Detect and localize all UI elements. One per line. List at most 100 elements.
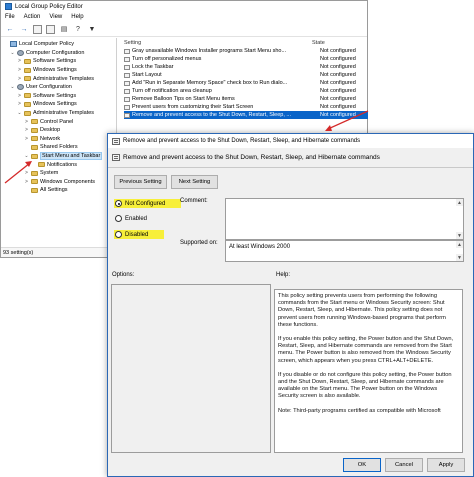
dialog-title: Remove and prevent access to the Shut Do…: [123, 138, 361, 144]
scroll-down-icon[interactable]: ▼: [456, 232, 463, 239]
back-arrow-icon[interactable]: ←: [5, 24, 15, 34]
radio-enabled[interactable]: Enabled: [114, 215, 147, 222]
tree-node-label: All Settings: [40, 187, 68, 194]
forward-arrow-icon[interactable]: →: [19, 24, 29, 34]
menu-view[interactable]: View: [49, 14, 62, 20]
tree-node[interactable]: ⌄ User Configuration: [3, 83, 116, 92]
tree-node[interactable]: ⌄ Computer Configuration: [3, 49, 116, 58]
settings-list-rows: Gray unavailable Windows Installer progr…: [124, 47, 368, 119]
tree-node[interactable]: > Windows Settings: [3, 100, 116, 109]
tree-node[interactable]: > Administrative Templates: [3, 74, 116, 83]
tree-node[interactable]: > System: [3, 169, 116, 178]
tree-node[interactable]: > Software Settings: [3, 57, 116, 66]
help-label: Help:: [276, 272, 291, 278]
policy-setting-icon: [124, 96, 130, 102]
folder-icon: [24, 58, 31, 64]
menu-file[interactable]: File: [5, 14, 15, 20]
policy-setting-icon: [124, 104, 130, 110]
table-row[interactable]: Prevent users from customizing their Sta…: [124, 103, 368, 111]
apply-button[interactable]: Apply: [427, 458, 465, 472]
comment-textarea[interactable]: ▲ ▼: [225, 198, 464, 240]
tree-node[interactable]: ⌄ Administrative Templates: [3, 109, 116, 118]
scroll-up-icon[interactable]: ▲: [456, 199, 463, 206]
scroll-down-icon[interactable]: ▼: [456, 254, 463, 261]
expand-chevron-icon[interactable]: >: [24, 127, 29, 133]
folder-icon: [24, 101, 31, 107]
tree-node[interactable]: > Windows Settings: [3, 66, 116, 75]
state-column-header[interactable]: State: [312, 40, 325, 46]
filter-icon[interactable]: ▼: [87, 24, 97, 34]
expand-chevron-icon[interactable]: >: [24, 119, 29, 125]
table-row[interactable]: Remove Balloon Tips on Start Menu items N…: [124, 95, 368, 103]
supported-on-label: Supported on:: [180, 240, 218, 246]
expand-chevron-icon[interactable]: >: [17, 101, 22, 107]
collapse-chevron-icon[interactable]: ⌄: [10, 84, 15, 90]
folder-icon: [31, 187, 38, 193]
expand-chevron-icon[interactable]: >: [17, 67, 22, 73]
setting-name: Gray unavailable Windows Installer progr…: [132, 48, 287, 54]
ok-button[interactable]: OK: [343, 458, 381, 472]
radio-not-configured[interactable]: Not Configured: [114, 199, 182, 208]
scroll-up-icon[interactable]: ▲: [456, 241, 463, 248]
tree-node[interactable]: > Desktop: [3, 126, 116, 135]
tree-node[interactable]: Notifications: [3, 160, 116, 169]
options-panel: [111, 284, 271, 453]
expand-chevron-icon[interactable]: >: [24, 179, 29, 185]
table-row[interactable]: Turn off personalized menus Not configure…: [124, 55, 368, 63]
table-row[interactable]: Add "Run in Separate Memory Space" check…: [124, 79, 368, 87]
tree-node[interactable]: All Settings: [3, 186, 116, 195]
table-row[interactable]: Turn off notification area cleanup Not co…: [124, 87, 368, 95]
tree-node[interactable]: Shared Folders: [3, 143, 116, 152]
collapse-chevron-icon[interactable]: ⌄: [10, 50, 15, 56]
tree-node[interactable]: > Software Settings: [3, 92, 116, 101]
tree-node[interactable]: Local Computer Policy: [3, 40, 116, 49]
setting-state: Not configured: [320, 112, 356, 118]
menu-help[interactable]: Help: [71, 14, 83, 20]
expand-chevron-icon[interactable]: >: [24, 170, 29, 176]
expand-chevron-icon[interactable]: >: [17, 76, 22, 82]
cancel-button[interactable]: Cancel: [385, 458, 423, 472]
tree-node[interactable]: > Windows Components: [3, 178, 116, 187]
comment-label: Comment:: [180, 198, 208, 204]
properties-icon[interactable]: [46, 24, 55, 34]
folder-icon: [31, 153, 38, 159]
menu-action[interactable]: Action: [24, 14, 41, 20]
collapse-chevron-icon[interactable]: ⌄: [24, 153, 29, 159]
tree-node[interactable]: ⌄ Start Menu and Taskbar: [3, 152, 116, 161]
table-row[interactable]: Gray unavailable Windows Installer progr…: [124, 47, 368, 55]
folder-icon: [31, 127, 38, 133]
divider: [108, 167, 473, 168]
tree-node-label: Administrative Templates: [33, 110, 95, 117]
setting-name: Remove and prevent access to the Shut Do…: [132, 112, 291, 118]
next-setting-button[interactable]: Next Setting: [171, 175, 218, 189]
radio-label: Enabled: [125, 215, 148, 222]
radio-button-icon[interactable]: [115, 231, 122, 238]
expand-chevron-icon[interactable]: >: [17, 93, 22, 99]
help-paragraph: If you disable or do not configure this …: [278, 371, 452, 400]
radio-disabled[interactable]: Disabled: [114, 230, 165, 239]
previous-setting-button[interactable]: Previous Setting: [114, 175, 167, 189]
tree-node[interactable]: > Control Panel: [3, 117, 116, 126]
gpedit-app-icon: [5, 3, 12, 10]
setting-state: Not configured: [320, 88, 356, 94]
dialog-subtitle: Remove and prevent access to the Shut Do…: [112, 154, 380, 161]
setting-state: Not configured: [320, 104, 356, 110]
show-hide-tree-icon[interactable]: [33, 24, 42, 34]
table-row[interactable]: Start Layout Not configured: [124, 71, 368, 79]
settings-list: Setting State Gray unavailable Windows I…: [124, 39, 368, 139]
tree-node-label: Start Menu and Taskbar: [40, 152, 103, 161]
table-row[interactable]: Lock the Taskbar Not configured: [124, 63, 368, 71]
radio-button-icon[interactable]: [115, 215, 122, 222]
collapse-chevron-icon[interactable]: ⌄: [17, 110, 22, 116]
setting-state: Not configured: [320, 64, 356, 70]
expand-chevron-icon[interactable]: >: [17, 58, 22, 64]
help-icon[interactable]: ?: [73, 24, 83, 34]
export-list-icon[interactable]: ▤: [59, 24, 69, 34]
expand-chevron-icon[interactable]: >: [24, 136, 29, 142]
policy-setting-icon: [124, 64, 130, 70]
tree-node[interactable]: > Network: [3, 135, 116, 144]
setting-column-header[interactable]: Setting: [124, 40, 312, 46]
table-row[interactable]: Remove and prevent access to the Shut Do…: [124, 111, 368, 119]
folder-icon: [31, 170, 38, 176]
radio-button-icon[interactable]: [115, 200, 122, 207]
